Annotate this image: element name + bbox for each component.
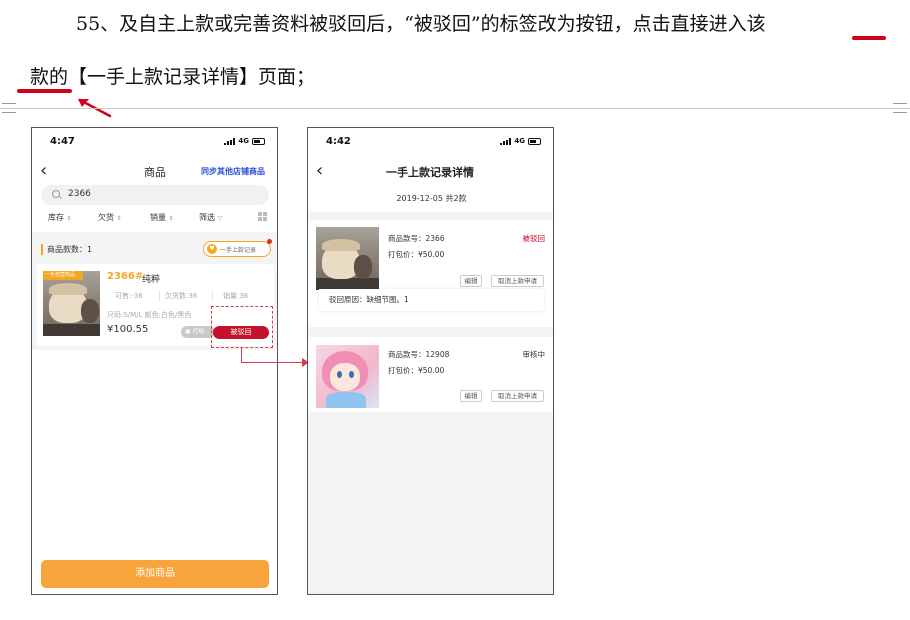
signal-icon <box>224 137 236 145</box>
annotation-arrow-icon <box>78 98 112 118</box>
network-label: 4G <box>514 137 525 145</box>
item-price: 打包价：¥50.00 <box>388 366 445 375</box>
reject-reason: 驳回原因：缺细节图。1 <box>319 289 544 311</box>
back-chevron-icon[interactable]: ‹ <box>316 162 323 180</box>
cancel-listing-button[interactable]: 取消上款申请 <box>491 275 544 287</box>
filter-owing[interactable]: 欠货 ⇕ <box>98 212 122 223</box>
on-sale-stat: 可售:-36 <box>115 292 143 300</box>
red-underline-mark <box>17 89 72 93</box>
search-icon <box>52 190 60 198</box>
product-price: ¥100.55 <box>107 324 149 335</box>
status-rejected: 被驳回 <box>522 234 546 243</box>
record-item[interactable]: 商品款号：2366 打包价：¥50.00 被驳回 编辑 取消上款申请 驳回原因：… <box>308 220 553 327</box>
phone-record-detail: 4:42 4G ‹ 一手上款记录详情 2019-12-05 共2款 商品款号：2… <box>307 127 554 595</box>
doc-paragraph-line-1: 55、及自主上款或完善资料被驳回后，“被驳回”的标签改为按钮，点击直接进入该 <box>76 13 766 35</box>
edit-button[interactable]: 编辑 <box>460 390 482 402</box>
status-time: 4:47 <box>50 136 75 147</box>
record-item[interactable]: 商品款号：12908 打包价：¥50.00 审核中 编辑 取消上款申请 <box>308 337 553 412</box>
product-thumbnail <box>316 345 379 408</box>
item-code: 商品款号：2366 <box>388 234 445 243</box>
edit-button[interactable]: 编辑 <box>460 275 482 287</box>
product-stats: 可售:-36 欠货数:36 销量:36 <box>107 291 265 302</box>
first-hand-record-button[interactable]: ♥ 一手上款记录 <box>203 239 272 257</box>
status-time: 4:42 <box>326 136 351 147</box>
product-thumbnail <box>316 227 379 290</box>
status-indicators: 4G <box>500 137 541 145</box>
battery-icon <box>528 137 541 145</box>
search-input[interactable]: 2366 <box>41 185 269 205</box>
page-title: 商品 <box>144 166 166 179</box>
doc-paragraph-line-2: 款的【一手上款记录详情】页面； <box>30 66 316 88</box>
highlight-dashed-box <box>211 306 273 348</box>
page-corner-mark <box>893 103 907 113</box>
shirt-icon: ♥ <box>207 244 217 254</box>
funnel-icon: ▽ <box>217 215 223 222</box>
item-code: 商品款号：12908 <box>388 350 450 359</box>
page-corner-mark <box>2 103 16 113</box>
signal-icon <box>500 137 512 145</box>
sync-other-store-link[interactable]: 同步其他店铺商品 <box>201 166 265 177</box>
search-value: 2366 <box>68 189 91 199</box>
first-hand-tag: 一手自营商品 <box>43 271 83 280</box>
status-indicators: 4G <box>224 137 265 145</box>
filter-bar: 库存 ⇕ 欠货 ⇕ 销量 ⇕ 筛选 ▽ <box>32 212 277 228</box>
connector-line <box>241 362 304 363</box>
product-name: 纯粹 <box>142 275 161 285</box>
add-product-button[interactable]: 添加商品 <box>41 560 269 588</box>
grid-view-icon[interactable] <box>258 212 267 221</box>
owing-stat: 欠货数:36 <box>165 292 198 300</box>
status-reviewing: 审核中 <box>522 350 546 359</box>
page-title: 一手上款记录详情 <box>386 166 474 179</box>
product-code: 2366# <box>107 271 144 282</box>
sales-stat: 销量:36 <box>223 292 249 300</box>
filter-sales[interactable]: 销量 ⇕ <box>150 212 174 223</box>
red-underline-mark <box>852 36 886 40</box>
connector-line <box>241 348 242 363</box>
battery-icon <box>252 137 265 145</box>
date-summary: 2019-12-05 共2款 <box>396 194 467 203</box>
sort-arrows-icon: ⇕ <box>66 215 72 222</box>
product-attributes: 尺码:S/M/L 颜色:白色/黑色 <box>107 311 192 319</box>
product-thumbnail: 一手自营商品 <box>43 271 100 336</box>
back-chevron-icon[interactable]: ‹ <box>40 162 47 180</box>
network-label: 4G <box>238 137 249 145</box>
notification-dot <box>267 239 272 244</box>
sort-arrows-icon: ⇕ <box>116 215 122 222</box>
count-accent-bar <box>41 244 43 255</box>
filter-stock[interactable]: 库存 ⇕ <box>48 212 72 223</box>
filter-screen[interactable]: 筛选 ▽ <box>199 212 222 223</box>
page-divider <box>0 108 910 109</box>
item-price: 打包价：¥50.00 <box>388 250 445 259</box>
count-row: 商品款数：1 ♥ 一手上款记录 <box>32 239 277 260</box>
cancel-listing-button[interactable]: 取消上款申请 <box>491 390 544 402</box>
product-count: 商品款数：1 <box>47 245 93 254</box>
sort-arrows-icon: ⇕ <box>168 215 174 222</box>
print-label-button[interactable]: ▣ 打标 <box>181 326 215 338</box>
